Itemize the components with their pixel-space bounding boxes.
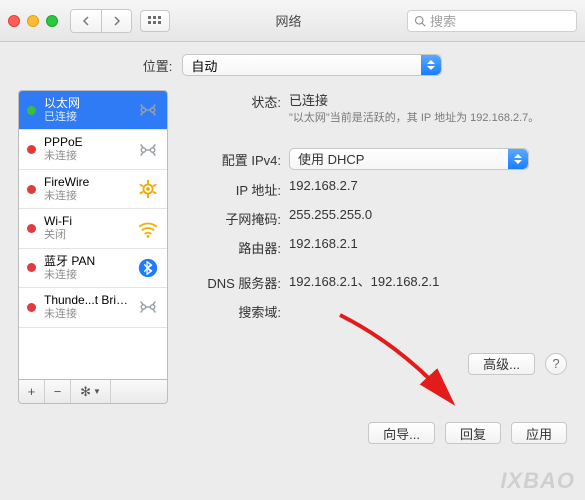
service-name: PPPoE: [44, 136, 83, 150]
remove-service-button[interactable]: −: [45, 380, 71, 403]
ipv4-config-label: 配置 IPv4:: [184, 148, 289, 169]
add-service-button[interactable]: +: [19, 380, 45, 403]
sidebar-item-4[interactable]: 蓝牙 PAN 未连接: [19, 249, 167, 288]
location-label: 位置:: [143, 56, 173, 75]
status-dot-icon: [27, 303, 36, 312]
subnet-mask-label: 子网掩码:: [184, 207, 289, 228]
ipv4-config-select[interactable]: 使用 DHCP: [289, 148, 529, 170]
chevron-updown-icon: [421, 55, 441, 75]
ipv4-config-value: 使用 DHCP: [298, 149, 364, 168]
minimize-icon[interactable]: [27, 15, 39, 27]
gear-icon: ✻: [80, 384, 91, 400]
sidebar-item-2[interactable]: FireWire 未连接: [19, 170, 167, 209]
sidebar-item-3[interactable]: Wi-Fi 关闭: [19, 209, 167, 248]
service-status: 未连接: [44, 269, 95, 282]
service-name: Thunde...t Bridge: [44, 294, 129, 308]
location-row: 位置: 自动: [18, 54, 567, 76]
sidebar-item-1[interactable]: PPPoE 未连接: [19, 130, 167, 169]
service-name: 以太网: [44, 97, 80, 111]
apply-button[interactable]: 应用: [511, 422, 567, 444]
location-value: 自动: [191, 56, 217, 75]
ethernet-icon: [137, 99, 159, 121]
search-icon: [414, 15, 426, 27]
router-value: 192.168.2.1: [289, 236, 567, 251]
search-placeholder: 搜索: [430, 11, 456, 30]
back-button[interactable]: [71, 10, 101, 32]
actions-menu-button[interactable]: ✻▼: [71, 380, 111, 403]
subnet-mask-value: 255.255.255.0: [289, 207, 567, 222]
status-dot-icon: [27, 106, 36, 115]
firewire-icon: [137, 178, 159, 200]
status-dot-icon: [27, 224, 36, 233]
service-name: 蓝牙 PAN: [44, 255, 95, 269]
location-select[interactable]: 自动: [182, 54, 442, 76]
dns-label: DNS 服务器:: [184, 271, 289, 292]
service-name: Wi-Fi: [44, 215, 72, 229]
ip-address-label: IP 地址:: [184, 178, 289, 199]
service-list: 以太网 已连接 PPPoE 未连接 FireWire 未连接 Wi-Fi 关闭 …: [18, 90, 168, 380]
watermark: IXBAO: [500, 468, 575, 494]
list-footer: + − ✻▼: [18, 380, 168, 404]
bluetooth-icon: [137, 257, 159, 279]
chevron-updown-icon: [508, 149, 528, 169]
service-status: 未连接: [44, 308, 129, 321]
nav-back-forward: [70, 9, 132, 33]
bottom-bar: 向导... 回复 应用: [18, 422, 567, 444]
search-domain-label: 搜索域:: [184, 300, 289, 321]
sidebar-item-0[interactable]: 以太网 已连接: [19, 91, 167, 130]
search-input[interactable]: 搜索: [407, 10, 577, 32]
service-status: 未连接: [44, 150, 83, 163]
status-label: 状态:: [184, 90, 289, 111]
forward-button[interactable]: [101, 10, 131, 32]
router-label: 路由器:: [184, 236, 289, 257]
window-controls: [8, 15, 58, 27]
close-icon[interactable]: [8, 15, 20, 27]
detail-pane: 状态: 已连接 "以太网"当前是活跃的，其 IP 地址为 192.168.2.7…: [184, 90, 567, 404]
status-dot-icon: [27, 185, 36, 194]
advanced-button[interactable]: 高级...: [468, 353, 535, 375]
window-title: 网络: [178, 11, 399, 30]
help-button[interactable]: ?: [545, 353, 567, 375]
show-all-button[interactable]: [140, 10, 170, 32]
zoom-icon[interactable]: [46, 15, 58, 27]
ethernet-icon: [137, 296, 159, 318]
ethernet-icon: [137, 139, 159, 161]
status-value: 已连接: [289, 90, 567, 109]
dns-value[interactable]: 192.168.2.1、192.168.2.1: [289, 271, 567, 290]
service-status: 未连接: [44, 190, 89, 203]
status-dot-icon: [27, 263, 36, 272]
ip-address-value: 192.168.2.7: [289, 178, 567, 193]
service-name: FireWire: [44, 176, 89, 190]
service-status: 已连接: [44, 111, 80, 124]
revert-button[interactable]: 回复: [445, 422, 501, 444]
status-description: "以太网"当前是活跃的，其 IP 地址为 192.168.2.7。: [289, 111, 567, 126]
wifi-icon: [137, 218, 159, 240]
service-status: 关闭: [44, 229, 72, 242]
wizard-button[interactable]: 向导...: [368, 422, 435, 444]
titlebar: 网络 搜索: [0, 0, 585, 42]
status-dot-icon: [27, 145, 36, 154]
sidebar-item-5[interactable]: Thunde...t Bridge 未连接: [19, 288, 167, 327]
